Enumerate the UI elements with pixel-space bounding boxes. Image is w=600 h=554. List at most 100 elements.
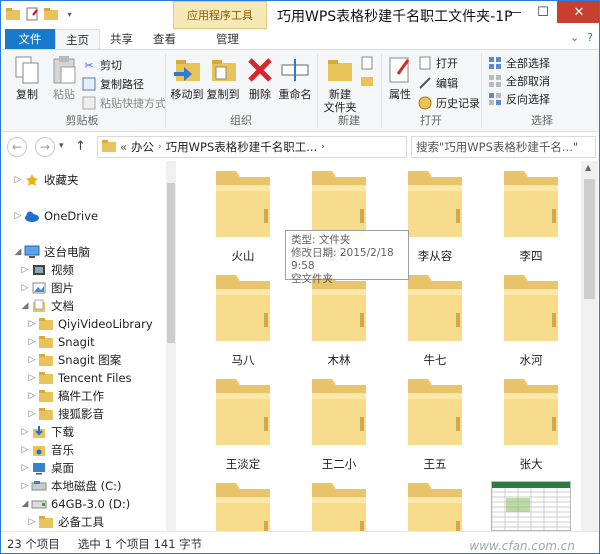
new-folder-icon[interactable] <box>43 6 58 22</box>
breadcrumb-overflow[interactable]: « <box>120 140 127 154</box>
up-button[interactable]: ↑ <box>75 139 86 154</box>
chevron-down-icon[interactable]: ⌄ <box>570 31 579 44</box>
nav-scrollbar[interactable] <box>166 161 176 531</box>
properties-button[interactable]: 属性 <box>385 54 415 101</box>
history-button[interactable]: 历史记录 <box>417 94 480 112</box>
chevron-down-icon[interactable]: ▾ <box>62 6 77 22</box>
content-scrollbar-thumb[interactable] <box>584 179 595 299</box>
chevron-right-icon[interactable]: ▷ <box>20 283 30 293</box>
chevron-right-icon[interactable]: ▷ <box>20 481 30 491</box>
chevron-right-icon[interactable]: ▷ <box>13 211 23 221</box>
folder-item[interactable]: 火山 <box>198 163 288 263</box>
breadcrumb-item[interactable]: 巧用WPS表格秒建千名职工... <box>166 139 318 155</box>
breadcrumb-item[interactable]: 办公 <box>131 139 154 155</box>
paste-button[interactable]: 粘贴 <box>47 54 81 101</box>
chevron-right-icon[interactable]: ▷ <box>27 517 37 527</box>
tab-file[interactable]: 文件 <box>5 29 55 49</box>
new-folder-button[interactable]: 新建 文件夹 <box>321 54 359 114</box>
scroll-up-icon[interactable]: ▲ <box>585 163 591 172</box>
address-bar[interactable]: « 办公 › 巧用WPS表格秒建千名职工... › <box>97 136 407 158</box>
copy-path-button[interactable]: 复制路径 <box>81 75 144 93</box>
chevron-right-icon[interactable]: ▷ <box>27 319 37 329</box>
chevron-right-icon[interactable]: ▷ <box>27 373 37 383</box>
cut-button[interactable]: ✂ 剪切 <box>81 56 122 74</box>
maximize-icon[interactable]: ☐ <box>529 1 557 23</box>
folder-item[interactable] <box>198 475 288 531</box>
nav-item[interactable]: ▷ 桌面 <box>1 459 74 477</box>
rename-button[interactable]: 重命名 <box>275 54 315 101</box>
context-tab-app-tools[interactable]: 应用程序工具 <box>173 1 267 29</box>
properties-icon[interactable] <box>24 6 39 22</box>
folder-item[interactable] <box>294 475 384 531</box>
tab-home[interactable]: 主页 <box>55 29 100 49</box>
folder-item[interactable]: 王二小 <box>294 371 384 471</box>
folder-item[interactable]: 张大 <box>486 371 576 471</box>
back-button[interactable]: ← <box>7 137 27 157</box>
nav-item[interactable]: ▷ 视频 <box>1 261 74 279</box>
nav-item[interactable]: ▷ Tencent Files <box>1 369 132 387</box>
content-scrollbar[interactable]: ▲ <box>581 161 598 531</box>
chevron-down-icon[interactable]: ▾ <box>59 141 64 151</box>
nav-item[interactable]: ▷ 下载 <box>1 423 74 441</box>
folder-item[interactable]: 水河 <box>486 267 576 367</box>
select-none-button[interactable]: 全部取消 <box>487 72 550 90</box>
close-icon[interactable]: ✕ <box>557 1 599 23</box>
nav-item[interactable]: ▷ 音乐 <box>1 441 74 459</box>
chevron-right-icon[interactable]: ▷ <box>20 445 30 455</box>
nav-item[interactable]: ◢ 64GB-3.0 (D:) <box>1 495 131 513</box>
app-icon[interactable] <box>5 6 20 22</box>
nav-item[interactable]: ▷ 本地磁盘 (C:) <box>1 477 122 495</box>
folder-item[interactable]: 王淡定 <box>198 371 288 471</box>
tab-view[interactable]: 查看 <box>143 29 186 49</box>
chevron-right-icon[interactable]: ▷ <box>20 427 30 437</box>
nav-item[interactable]: ▷ Snagit 图案 <box>1 351 122 369</box>
search-input[interactable]: 搜索"巧用WPS表格秒建千名..." <box>411 136 596 158</box>
nav-item[interactable]: ▷ 稿件工作 <box>1 387 104 405</box>
folder-item[interactable] <box>390 475 480 531</box>
chevron-down-icon[interactable]: ◢ <box>13 247 23 257</box>
tab-manage[interactable]: 管理 <box>206 29 249 49</box>
forward-button[interactable]: → <box>35 137 55 157</box>
new-item-button[interactable] <box>359 54 375 72</box>
help-icon[interactable]: ? <box>587 31 593 44</box>
nav-item[interactable]: ▷ 图片 <box>1 279 74 297</box>
chevron-right-icon[interactable]: ▷ <box>27 391 37 401</box>
move-to-button[interactable]: 移动到 <box>169 54 205 101</box>
delete-button[interactable]: 删除 <box>245 54 275 101</box>
copy-button[interactable]: 复制 <box>9 54 45 101</box>
invert-selection-button[interactable]: 反向选择 <box>487 90 550 108</box>
nav-item[interactable]: ▷ 搜狐影音 <box>1 405 104 423</box>
easy-access-button[interactable] <box>359 72 375 90</box>
chevron-right-icon[interactable]: ▷ <box>13 175 23 185</box>
nav-item[interactable]: ◢ 这台电脑 <box>1 243 90 261</box>
nav-item[interactable]: ▷ 收藏夹 <box>1 171 79 189</box>
edit-button[interactable]: 编辑 <box>417 74 458 92</box>
spreadsheet-thumbnail-icon[interactable] <box>491 481 571 531</box>
minimize-icon[interactable]: — <box>501 1 529 23</box>
select-all-button[interactable]: 全部选择 <box>487 54 550 72</box>
chevron-right-icon[interactable]: ▷ <box>27 337 37 347</box>
nav-item[interactable]: ◢ 文档 <box>1 297 74 315</box>
window-controls: — ☐ ✕ <box>501 1 599 23</box>
chevron-right-icon[interactable]: ▷ <box>27 409 37 419</box>
nav-item[interactable]: ▷ QiyiVideoLibrary <box>1 315 153 333</box>
open-button[interactable]: 打开 <box>417 54 458 72</box>
nav-scrollbar-thumb[interactable] <box>167 183 175 343</box>
chevron-right-icon[interactable]: ▷ <box>27 355 37 365</box>
folder-item[interactable]: 王五 <box>390 371 480 471</box>
chevron-down-icon[interactable]: ◢ <box>20 499 30 509</box>
chevron-down-icon[interactable]: ◢ <box>20 301 30 311</box>
nav-item[interactable]: ▷ Snagit <box>1 333 95 351</box>
copy-to-button[interactable]: 复制到 <box>205 54 241 101</box>
folder-icon <box>212 163 274 244</box>
chevron-right-icon[interactable]: ▷ <box>20 265 30 275</box>
nav-item[interactable]: ▷ OneDrive <box>1 207 99 225</box>
folder-item[interactable]: 马八 <box>198 267 288 367</box>
folder-item[interactable]: 李四 <box>486 163 576 263</box>
paste-shortcut-button[interactable]: 粘贴快捷方式 <box>81 94 166 112</box>
chevron-right-icon[interactable]: ▷ <box>20 463 30 473</box>
tab-share[interactable]: 共享 <box>100 29 143 49</box>
nav-item[interactable]: ▷ 必备工具 <box>1 513 104 531</box>
folder-item[interactable]: 牛七 <box>390 267 480 367</box>
usb-drive-icon <box>30 496 48 512</box>
